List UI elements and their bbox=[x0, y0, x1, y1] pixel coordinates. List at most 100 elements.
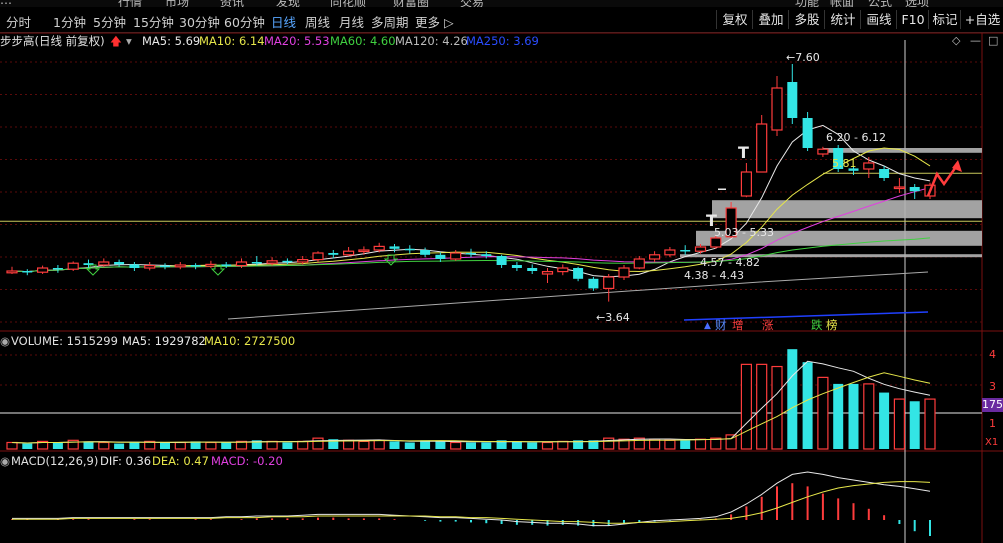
macd-dif: DIF: 0.36 bbox=[100, 454, 152, 468]
candle-up bbox=[235, 261, 248, 267]
volume-bar bbox=[787, 349, 798, 449]
volume-value: VOLUME: 1515299 bbox=[11, 334, 118, 348]
volume-bar bbox=[312, 437, 324, 450]
candle-up bbox=[893, 186, 906, 190]
volume-bar bbox=[527, 442, 538, 449]
candle-down bbox=[221, 264, 232, 266]
volume-bar bbox=[541, 441, 554, 450]
high-marker: ←7.60 bbox=[786, 51, 820, 64]
candle-down bbox=[129, 264, 140, 268]
volume-bar bbox=[893, 398, 906, 450]
event-tag-rank[interactable]: 榜 bbox=[826, 318, 838, 332]
volume-bar bbox=[511, 441, 522, 449]
candle-up bbox=[557, 267, 569, 273]
volume-bar bbox=[924, 398, 936, 450]
volume-settings-icon[interactable]: ◉ bbox=[0, 334, 10, 348]
candle-down bbox=[527, 268, 538, 271]
volume-bar bbox=[266, 440, 278, 450]
maximize-icon[interactable]: □ bbox=[988, 34, 998, 47]
gap-label-4: 4.38 - 4.43 bbox=[684, 269, 744, 282]
gap-zone bbox=[712, 200, 982, 219]
candle-down bbox=[22, 271, 33, 273]
volume-bar bbox=[833, 383, 844, 449]
candle-up bbox=[863, 162, 875, 170]
candle-up bbox=[98, 261, 110, 266]
candle-up bbox=[297, 259, 309, 263]
volume-bar bbox=[174, 441, 186, 450]
ma60-value: MA60: 4.60 bbox=[330, 34, 396, 48]
candle-up bbox=[67, 262, 79, 270]
t-marker: T bbox=[738, 143, 749, 162]
event-tag-finance[interactable]: 财 bbox=[715, 318, 727, 332]
volume-bar bbox=[879, 392, 890, 449]
candle-down bbox=[511, 265, 522, 268]
t-marker: _ bbox=[718, 171, 726, 190]
volume-unit: X1 bbox=[985, 437, 999, 448]
candle-down bbox=[160, 265, 170, 268]
event-marker-icon: ▲ bbox=[704, 321, 711, 331]
volume-bar bbox=[22, 443, 33, 449]
candle-down bbox=[802, 118, 813, 148]
candle-up bbox=[756, 123, 768, 173]
stock-title: 步步高(日线 前复权) bbox=[0, 34, 105, 48]
volume-bar bbox=[481, 442, 492, 449]
minimize-icon[interactable]: — bbox=[970, 34, 981, 47]
candle-up bbox=[205, 263, 217, 267]
candle-down bbox=[114, 262, 125, 265]
candle-up bbox=[664, 249, 676, 256]
volume-bar bbox=[740, 363, 753, 450]
macd-settings-icon[interactable]: ◉ bbox=[0, 454, 10, 468]
event-tag-fall[interactable]: 跌 bbox=[811, 318, 823, 332]
chevron-down-icon[interactable]: ▾ bbox=[126, 34, 132, 48]
candle-up bbox=[740, 171, 753, 197]
volume-bar bbox=[848, 383, 859, 449]
candle-down bbox=[190, 265, 201, 267]
ma120-value: MA120: 4.26 bbox=[395, 34, 468, 48]
diamond-icon[interactable]: ◇ bbox=[952, 34, 960, 47]
candle-up bbox=[633, 258, 645, 269]
volume-bar bbox=[435, 441, 446, 449]
volume-bar bbox=[389, 441, 400, 449]
ma250-value: MA250: 3.69 bbox=[466, 34, 539, 48]
volume-ma5: MA5: 1929782 bbox=[122, 334, 206, 348]
volume-bar bbox=[694, 438, 707, 450]
volume-bar bbox=[221, 442, 232, 449]
macd-title: MACD(12,26,9) bbox=[11, 454, 99, 468]
volume-bar bbox=[450, 441, 462, 450]
candle-down bbox=[573, 268, 584, 279]
candle-down bbox=[328, 253, 339, 255]
volume-bar bbox=[297, 440, 309, 450]
volume-bar bbox=[603, 437, 615, 450]
ma10-value: MA10: 6.14 bbox=[199, 34, 265, 48]
candle-up bbox=[312, 252, 324, 261]
volume-bar bbox=[404, 442, 415, 449]
candle-up bbox=[266, 260, 278, 264]
candle-down bbox=[466, 253, 476, 255]
volume-bar bbox=[557, 440, 569, 450]
volume-bar bbox=[680, 440, 691, 449]
candle-up bbox=[817, 148, 829, 155]
candle-up bbox=[36, 267, 49, 273]
event-tag-rise[interactable]: 涨 bbox=[762, 318, 774, 332]
candle-up bbox=[450, 252, 462, 260]
event-tag-increase[interactable]: 增 bbox=[732, 318, 744, 332]
gap-label-3: 4.57 - 4.82 bbox=[700, 256, 760, 269]
candle-up bbox=[144, 265, 156, 269]
volume-bar bbox=[358, 440, 370, 450]
volume-tick-3: 3 bbox=[989, 380, 996, 393]
volume-bar bbox=[802, 362, 813, 449]
volume-bar bbox=[6, 441, 18, 450]
volume-bar bbox=[817, 376, 829, 450]
volume-ma10: MA10: 2727500 bbox=[204, 334, 296, 348]
price-mark-581: 5.81 bbox=[832, 157, 857, 170]
volume-cursor-badge: 175 bbox=[982, 398, 1003, 412]
volume-bar bbox=[343, 439, 355, 450]
volume-bar bbox=[52, 442, 63, 449]
volume-bar bbox=[863, 383, 875, 450]
macd-dea: DEA: 0.47 bbox=[152, 454, 209, 468]
candle-up bbox=[6, 270, 18, 274]
candle-up bbox=[358, 249, 370, 253]
gap-label-2: 5.03 - 5.33 bbox=[714, 226, 774, 239]
candle-up bbox=[648, 254, 661, 260]
candle-up bbox=[343, 250, 355, 256]
